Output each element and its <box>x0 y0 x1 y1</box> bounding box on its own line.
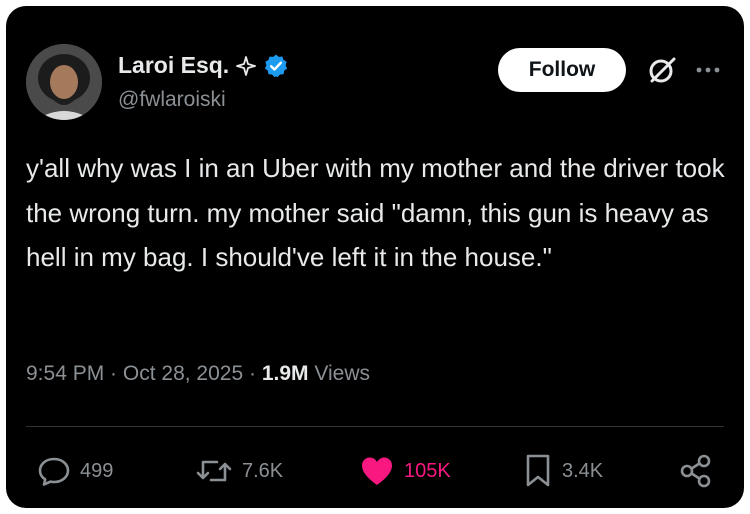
more-icon[interactable] <box>694 60 722 85</box>
divider <box>26 426 724 427</box>
bookmark-icon <box>522 452 554 490</box>
like-count: 105K <box>404 459 451 482</box>
tweet-text: y'all why was I in an Uber with my mothe… <box>26 153 725 272</box>
like-button[interactable]: 105K <box>358 446 451 496</box>
views-count: 1.9M <box>261 362 309 385</box>
meta-separator: · <box>104 362 123 385</box>
bookmark-button[interactable]: 3.4K <box>522 446 603 496</box>
display-name[interactable]: Laroi Esq. <box>118 52 229 79</box>
repost-count: 7.6K <box>242 459 284 482</box>
follow-button[interactable]: Follow <box>498 48 626 92</box>
author-handle[interactable]: @fwlaroiski <box>118 88 226 112</box>
views-label: Views <box>314 362 370 385</box>
heart-icon <box>358 453 396 489</box>
verified-icon <box>263 53 289 79</box>
share-icon <box>678 453 714 489</box>
tweet-card: Laroi Esq. @fwlaroiski Follow y'all why … <box>6 6 744 508</box>
action-bar: 499 7.6K 105K 3.4K <box>6 446 744 496</box>
tweet-date[interactable]: Oct 28, 2025 <box>123 362 243 385</box>
share-button[interactable] <box>678 446 714 496</box>
reply-count: 499 <box>80 459 114 482</box>
bookmark-count: 3.4K <box>562 459 604 482</box>
author-name-row[interactable]: Laroi Esq. <box>118 52 289 79</box>
tweet-time[interactable]: 9:54 PM <box>26 362 104 385</box>
tweet-meta: 9:54 PM · Oct 28, 2025 · 1.9M Views <box>26 362 370 386</box>
avatar[interactable] <box>26 44 102 120</box>
meta-separator: · <box>243 362 262 385</box>
grok-icon[interactable] <box>646 54 678 91</box>
sparkle-icon <box>235 55 257 77</box>
reply-icon <box>36 453 72 489</box>
repost-icon <box>194 453 234 489</box>
reply-button[interactable]: 499 <box>36 446 113 496</box>
repost-button[interactable]: 7.6K <box>194 446 283 496</box>
